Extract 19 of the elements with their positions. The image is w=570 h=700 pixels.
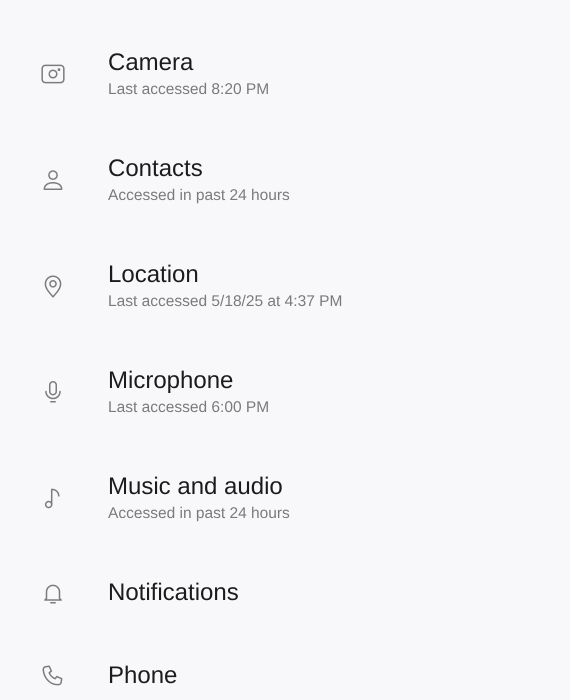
permission-item[interactable]: Location Last accessed 5/18/25 at 4:37 PM — [0, 233, 570, 339]
permission-item[interactable]: Microphone Last accessed 6:00 PM — [0, 339, 570, 445]
permission-name: Notifications — [108, 578, 239, 608]
last-accessed-text: Last accessed 8:20 PM — [108, 80, 270, 100]
permission-name: Location — [108, 260, 200, 290]
last-accessed-text: Accessed in past 24 hours — [108, 186, 290, 206]
permission-item[interactable]: Phone — [0, 634, 570, 700]
permission-name: Camera — [108, 48, 194, 78]
last-accessed-text: Last accessed 5/18/25 at 4:37 PM — [108, 292, 342, 312]
permission-name: Microphone — [108, 366, 234, 396]
last-accessed-text: Last accessed 6:00 PM — [108, 398, 270, 418]
permission-item[interactable]: Contacts Accessed in past 24 hours — [0, 127, 570, 233]
permission-item[interactable]: Notifications — [0, 551, 570, 634]
permission-name: Phone — [108, 660, 178, 690]
permission-item[interactable]: Music and audio Accessed in past 24 hours — [0, 445, 570, 551]
last-accessed-text: Accessed in past 24 hours — [108, 504, 290, 524]
permission-name: Music and audio — [108, 472, 284, 502]
permission-name: Contacts — [108, 154, 204, 184]
permission-item[interactable]: Camera Last accessed 8:20 PM — [0, 21, 570, 127]
